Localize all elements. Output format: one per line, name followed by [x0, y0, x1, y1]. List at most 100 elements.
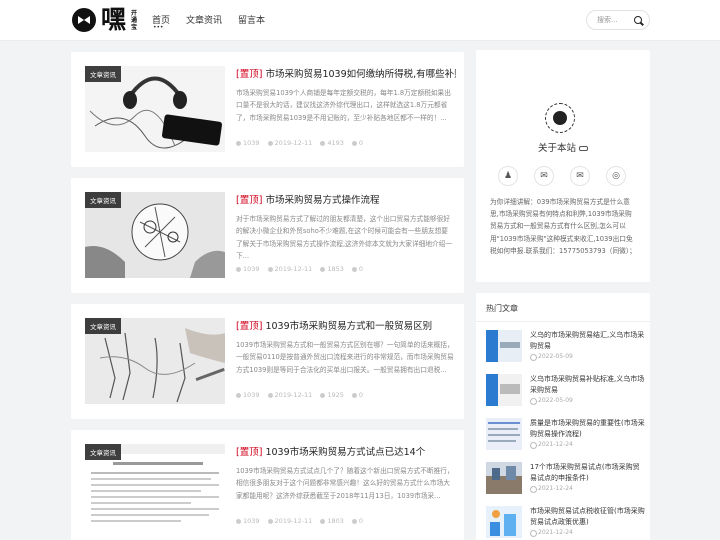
- author-meta: 1039: [236, 517, 260, 525]
- views-meta: 1925: [320, 391, 344, 399]
- logo-icon: [72, 8, 96, 32]
- site-intro: 为你详细讲解：039市场采购贸易方式是什么意思,市场采购贸易有何特点和利弊,10…: [490, 198, 636, 255]
- wechat-icon[interactable]: ✉: [534, 166, 554, 186]
- hot-post-item[interactable]: 质量是市场采购贸易的重要性(市场采购贸易操作流程) 2021-12-24: [486, 418, 646, 458]
- views-meta: 1853: [320, 265, 344, 273]
- post-card[interactable]: 文章资讯 [置顶] 1039市场采购贸易方式和一般贸易区别 1039市场采购贸易…: [71, 304, 464, 419]
- hot-post-thumbnail[interactable]: [486, 330, 522, 362]
- hot-post-date: 2022-05-09: [530, 353, 573, 361]
- post-thumbnail[interactable]: 文章资讯: [85, 318, 225, 404]
- sticky-tag: [置顶]: [236, 447, 263, 458]
- weibo-icon[interactable]: ◎: [606, 166, 626, 186]
- hot-posts-widget: 热门文章 义乌的市场采购贸易结汇,义乌市场采购贸易 2022-05-09 义乌市…: [476, 293, 650, 540]
- hot-post-title[interactable]: 义乌的市场采购贸易结汇,义乌市场采购贸易: [530, 330, 646, 352]
- comment-icon: [351, 518, 357, 524]
- date-meta: 2019-12-11: [267, 139, 312, 147]
- user-icon: [236, 140, 241, 146]
- post-excerpt: 对于市场采购贸易方式了解过的朋友都清楚，这个出口贸易方式能够很好的解决小微企业和…: [236, 215, 453, 261]
- nav-guestbook[interactable]: 留言本: [238, 13, 265, 26]
- comment-icon: [351, 140, 357, 146]
- hot-post-title[interactable]: 质量是市场采购贸易的重要性(市场采购贸易操作流程): [530, 418, 646, 440]
- about-title: 关于本站: [538, 140, 589, 154]
- author-meta: 1039: [236, 139, 260, 147]
- eye-icon: [320, 518, 326, 524]
- category-badge[interactable]: 文章资讯: [85, 318, 121, 334]
- hot-post-thumbnail[interactable]: [486, 418, 522, 450]
- search-input[interactable]: 搜索...: [597, 15, 618, 25]
- post-title-text[interactable]: 1039市场采购贸易方式试点已达14个: [265, 447, 425, 458]
- hot-post-title[interactable]: 市场采购贸易试点税收征管(市场采购贸易试点政策优惠): [530, 506, 646, 528]
- comment-icon: [351, 392, 357, 398]
- hot-post-thumbnail[interactable]: [486, 374, 522, 406]
- post-thumbnail[interactable]: 文章资讯: [85, 444, 225, 530]
- search-box[interactable]: 搜索...: [586, 10, 650, 30]
- eye-icon: [320, 392, 326, 398]
- comments-meta: 0: [351, 139, 363, 147]
- divider: [476, 321, 650, 322]
- hot-post-item[interactable]: 义乌市场采购贸易补贴标准,义乌市场采购贸易 2022-05-09: [486, 374, 644, 414]
- eye-icon: [320, 266, 326, 272]
- site-header: 嘿 开通宝 首页 文章资讯 留言本 搜索...: [0, 0, 720, 41]
- hot-post-item[interactable]: 17个市场采购贸易试点(市场采购贸易试点的申报条件) 2021-12-24: [486, 462, 644, 502]
- hot-post-date: 2021-12-24: [530, 485, 573, 493]
- hot-post-item[interactable]: 义乌的市场采购贸易结汇,义乌市场采购贸易 2022-05-09: [486, 330, 644, 370]
- post-excerpt: 1039市场采购贸易方式和一般贸易方式区别在哪？一句简单的话来概括，一般贸易01…: [236, 341, 454, 374]
- post-excerpt: 市场采购贸易1039个人商铺是每年定额交税的，每年1.8万定额税如果出口量不是很…: [236, 89, 451, 122]
- nav-home[interactable]: 首页: [152, 13, 170, 31]
- post-meta: 1039 2019-12-11 4193 0: [236, 139, 363, 147]
- main-nav: 首页 文章资讯 留言本: [152, 13, 265, 31]
- post-title[interactable]: [置顶] 1039市场采购贸易方式试点已达14个: [236, 444, 456, 458]
- post-excerpt: 1039市场采购贸易方式试点几个了？随着这个新出口贸易方式不断推行，相信很多朋友…: [236, 467, 454, 500]
- post-meta: 1039 2019-12-11 1853 0: [236, 265, 363, 273]
- hot-post-thumbnail[interactable]: [486, 506, 522, 538]
- qq-icon[interactable]: ♟: [498, 166, 518, 186]
- post-title[interactable]: [置顶] 市场采购贸易1039如何缴纳所得税,有哪些补贴: [236, 66, 456, 80]
- date-meta: 2019-12-11: [267, 517, 312, 525]
- user-icon: [236, 518, 241, 524]
- about-widget: 关于本站 ♟ ✉ ✉ ◎ 为你详细讲解：039市场采购贸易方式是什么意思,市场采…: [476, 50, 650, 282]
- author-meta: 1039: [236, 265, 260, 273]
- post-title-text[interactable]: 市场采购贸易方式操作流程: [265, 195, 379, 206]
- social-links: ♟ ✉ ✉ ◎: [498, 166, 626, 186]
- eye-icon: [320, 140, 326, 146]
- hot-post-title[interactable]: 17个市场采购贸易试点(市场采购贸易试点的申报条件): [530, 462, 646, 484]
- sticky-tag: [置顶]: [236, 321, 263, 332]
- post-title-text[interactable]: 市场采购贸易1039如何缴纳所得税,有哪些补贴: [265, 69, 456, 80]
- post-thumbnail[interactable]: 文章资讯: [85, 192, 225, 278]
- comment-icon: [351, 266, 357, 272]
- post-card[interactable]: 文章资讯 [置顶] 市场采购贸易1039如何缴纳所得税,有哪些补贴 市场采购贸易…: [71, 52, 464, 167]
- hot-post-thumbnail[interactable]: [486, 462, 522, 494]
- expand-icon[interactable]: [579, 146, 589, 151]
- category-badge[interactable]: 文章资讯: [85, 66, 121, 82]
- comments-meta: 0: [351, 517, 363, 525]
- post-title[interactable]: [置顶] 1039市场采购贸易方式和一般贸易区别: [236, 318, 456, 332]
- hot-posts-title: 热门文章: [486, 304, 518, 313]
- post-meta: 1039 2019-12-11 1803 0: [236, 517, 363, 525]
- hot-post-date: 2021-12-24: [530, 529, 573, 537]
- sticky-tag: [置顶]: [236, 69, 263, 80]
- post-thumbnail[interactable]: 文章资讯: [85, 66, 225, 152]
- post-title[interactable]: [置顶] 市场采购贸易方式操作流程: [236, 192, 456, 206]
- category-badge[interactable]: 文章资讯: [85, 192, 121, 208]
- search-icon[interactable]: [634, 16, 642, 24]
- hot-post-date: 2022-05-09: [530, 397, 573, 405]
- author-meta: 1039: [236, 391, 260, 399]
- nav-articles[interactable]: 文章资讯: [186, 13, 222, 26]
- category-badge[interactable]: 文章资讯: [85, 444, 121, 460]
- post-meta: 1039 2019-12-11 1925 0: [236, 391, 363, 399]
- post-card[interactable]: 文章资讯 [置顶] 1039市场采购贸易方式试点已达14个 1039市场采购贸易…: [71, 430, 464, 540]
- date-meta: 2019-12-11: [267, 391, 312, 399]
- views-meta: 1803: [320, 517, 344, 525]
- email-icon[interactable]: ✉: [570, 166, 590, 186]
- hot-post-item[interactable]: 市场采购贸易试点税收征管(市场采购贸易试点政策优惠) 2021-12-24: [486, 506, 646, 540]
- clock-icon: [267, 392, 273, 398]
- post-card[interactable]: 文章资讯 [置顶] 市场采购贸易方式操作流程 对于市场采购贸易方式了解过的朋友都…: [71, 178, 464, 293]
- clock-icon: [267, 518, 273, 524]
- post-title-text[interactable]: 1039市场采购贸易方式和一般贸易区别: [265, 321, 432, 332]
- clock-icon: [267, 266, 273, 272]
- hot-post-title[interactable]: 义乌市场采购贸易补贴标准,义乌市场采购贸易: [530, 374, 646, 396]
- logo-subtext: 开通宝: [131, 9, 138, 31]
- sticky-tag: [置顶]: [236, 195, 263, 206]
- site-logo[interactable]: 嘿 开通宝: [72, 7, 138, 32]
- comments-meta: 0: [351, 391, 363, 399]
